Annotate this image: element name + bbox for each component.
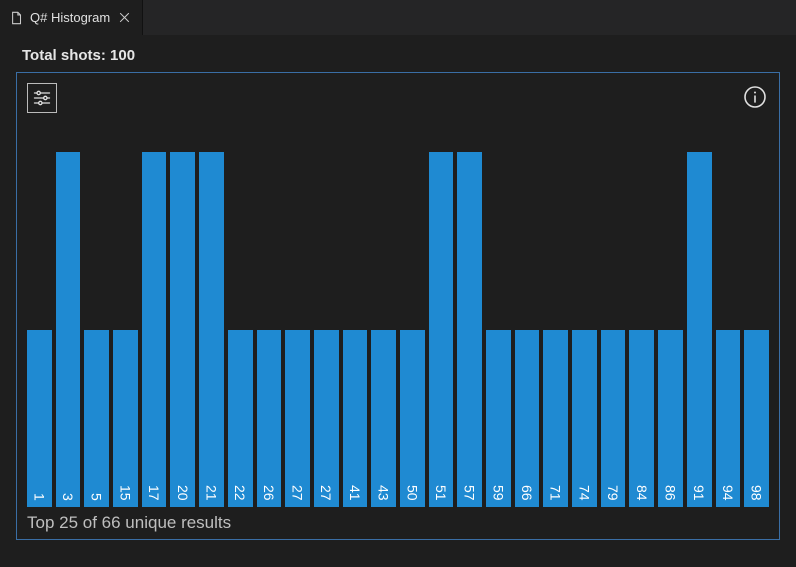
bar-label: 26 bbox=[261, 485, 277, 507]
bar-label: 20 bbox=[175, 485, 191, 507]
bar-label: 86 bbox=[662, 485, 678, 507]
panel-toolbar bbox=[25, 81, 771, 113]
bar-label: 50 bbox=[404, 485, 420, 507]
bar[interactable]: 74 bbox=[572, 330, 597, 507]
bar-label: 51 bbox=[433, 485, 449, 507]
bar-label: 94 bbox=[720, 485, 736, 507]
bar[interactable]: 1 bbox=[27, 330, 52, 507]
bar[interactable]: 20 bbox=[170, 152, 195, 507]
tab-title: Q# Histogram bbox=[30, 10, 110, 25]
bar[interactable]: 84 bbox=[629, 330, 654, 507]
bar[interactable]: 26 bbox=[257, 330, 282, 507]
histogram-panel: 135 15 17 20 21 22 26 27 27 41 43 50 51 57 59 66 71 74 79 8… bbox=[16, 72, 780, 540]
bar[interactable]: 5 bbox=[84, 330, 109, 507]
filter-settings-button[interactable] bbox=[27, 83, 57, 113]
bar-label: 15 bbox=[117, 485, 133, 507]
close-icon[interactable] bbox=[116, 10, 132, 26]
bar[interactable]: 15 bbox=[113, 330, 138, 507]
bars-container: 135 15 17 20 21 22 26 27 27 41 43 50 51 57 59 66 71 74 79 8… bbox=[25, 117, 771, 507]
bar-label: 21 bbox=[203, 485, 219, 507]
tab-histogram[interactable]: Q# Histogram bbox=[0, 0, 143, 35]
tab-bar: Q# Histogram bbox=[0, 0, 796, 35]
bar-label: 43 bbox=[376, 485, 392, 507]
bar[interactable]: 17 bbox=[142, 152, 167, 507]
bar[interactable]: 50 bbox=[400, 330, 425, 507]
total-shots-label: Total shots: 100 bbox=[22, 47, 780, 64]
bar-label: 27 bbox=[318, 485, 334, 507]
bar-label: 98 bbox=[749, 485, 765, 507]
bar[interactable]: 43 bbox=[371, 330, 396, 507]
bar-label: 41 bbox=[347, 485, 363, 507]
bar[interactable]: 98 bbox=[744, 330, 769, 507]
bar[interactable]: 86 bbox=[658, 330, 683, 507]
bar-label: 66 bbox=[519, 485, 535, 507]
info-icon[interactable] bbox=[741, 83, 769, 111]
bar[interactable]: 41 bbox=[343, 330, 368, 507]
bar[interactable]: 91 bbox=[687, 152, 712, 507]
bar[interactable]: 57 bbox=[457, 152, 482, 507]
bar-label: 79 bbox=[605, 485, 621, 507]
bar-label: 3 bbox=[60, 493, 76, 507]
chart-area: 135 15 17 20 21 22 26 27 27 41 43 50 51 57 59 66 71 74 79 8… bbox=[25, 117, 771, 507]
bar-label: 5 bbox=[89, 493, 105, 507]
bar-label: 91 bbox=[691, 485, 707, 507]
bar[interactable]: 71 bbox=[543, 330, 568, 507]
bar[interactable]: 21 bbox=[199, 152, 224, 507]
bar-label: 71 bbox=[548, 485, 564, 507]
bar-label: 59 bbox=[490, 485, 506, 507]
bar[interactable]: 79 bbox=[601, 330, 626, 507]
file-icon bbox=[10, 11, 24, 25]
bar[interactable]: 94 bbox=[716, 330, 741, 507]
bar-label: 74 bbox=[576, 485, 592, 507]
bar[interactable]: 66 bbox=[515, 330, 540, 507]
bar[interactable]: 59 bbox=[486, 330, 511, 507]
bar[interactable]: 3 bbox=[56, 152, 81, 507]
bar-label: 57 bbox=[462, 485, 478, 507]
bar-label: 27 bbox=[290, 485, 306, 507]
content-area: Total shots: 100 bbox=[0, 35, 796, 556]
bar[interactable]: 51 bbox=[429, 152, 454, 507]
bar-label: 22 bbox=[232, 485, 248, 507]
bar[interactable]: 22 bbox=[228, 330, 253, 507]
bar[interactable]: 27 bbox=[314, 330, 339, 507]
bar[interactable]: 27 bbox=[285, 330, 310, 507]
bar-label: 84 bbox=[634, 485, 650, 507]
chart-caption: Top 25 of 66 unique results bbox=[27, 513, 771, 533]
bar-label: 1 bbox=[31, 493, 47, 507]
bar-label: 17 bbox=[146, 485, 162, 507]
